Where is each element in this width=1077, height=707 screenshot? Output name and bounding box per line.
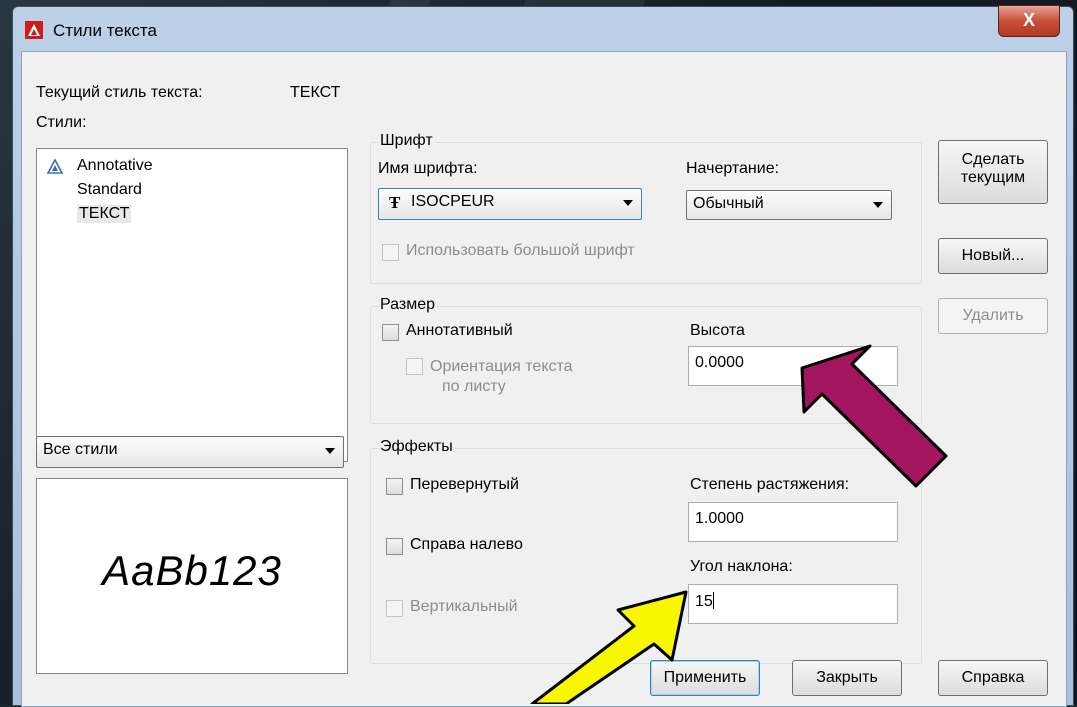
annotation-arrows (530, 344, 948, 704)
height-arrow-annotation (800, 344, 948, 488)
oblique-arrow-annotation (530, 590, 688, 704)
